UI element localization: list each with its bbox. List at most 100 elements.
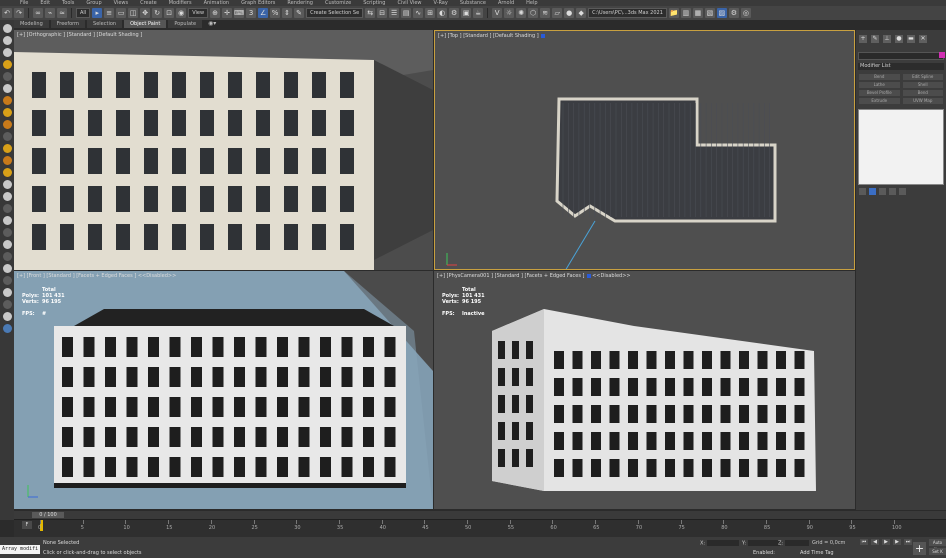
play-icon[interactable]: ▶ <box>882 539 890 545</box>
layer-explorer-icon[interactable]: ☰ <box>389 8 400 18</box>
viewport-label[interactable]: [+] [PhysCamera001 ] [Standard ] [Facets… <box>437 273 631 279</box>
link-icon[interactable]: ∞ <box>33 8 43 18</box>
systems-icon[interactable] <box>2 132 12 141</box>
ribbon-tab[interactable]: Populate <box>168 20 203 28</box>
help-icon[interactable]: ◎ <box>740 8 751 18</box>
motion-tab-icon[interactable]: ● <box>895 35 903 43</box>
create-tool-icon[interactable] <box>2 36 12 45</box>
viewport-label[interactable]: [+] [Top ] [Standard ] [Default Shading … <box>438 33 545 39</box>
select-by-name-icon[interactable]: ≡ <box>104 8 115 18</box>
align-icon[interactable]: ⊟ <box>377 8 388 18</box>
spacewarp-icon[interactable] <box>2 120 12 129</box>
modifier-button[interactable]: UVW Map <box>902 98 943 104</box>
rotate-icon[interactable]: ↻ <box>152 8 163 18</box>
utilities-tab-icon[interactable]: ✕ <box>919 35 927 43</box>
object-color-swatch[interactable] <box>939 52 945 58</box>
vray-light-icon[interactable]: ☼ <box>504 8 515 18</box>
select-manipulate-icon[interactable]: ✛ <box>222 8 233 18</box>
undo-icon[interactable]: ↶ <box>2 8 12 18</box>
vray-plane-icon[interactable]: ▱ <box>552 8 563 18</box>
track-bar[interactable]: F 0 5 10 15 20 25 30 35 40 45 50 55 60 65 70 75 80 85 90 95… <box>14 519 946 537</box>
ribbon-tab[interactable]: Object Paint <box>124 20 167 28</box>
time-slider[interactable]: 0 / 100 <box>14 511 946 519</box>
redo-icon[interactable]: ↷ <box>14 8 24 18</box>
render-setup-icon[interactable]: ⚙ <box>449 8 460 18</box>
ribbon-tab[interactable]: Freeform <box>50 20 86 28</box>
project-folder-icon[interactable]: 📁 <box>668 8 679 18</box>
spinner-snap-icon[interactable]: ⇕ <box>282 8 293 18</box>
y-field[interactable] <box>748 540 781 546</box>
hair-icon[interactable] <box>2 180 12 189</box>
key-filter-icon[interactable]: F <box>22 521 32 529</box>
workspace-path[interactable]: C:\Users\PC\...3ds Max 2021 <box>588 8 667 18</box>
viewport-label[interactable]: [+] [Front ] [Standard ] [Facets + Edged… <box>17 273 176 279</box>
vray-sphere-icon[interactable]: ● <box>564 8 575 18</box>
text-icon[interactable] <box>2 276 12 285</box>
torus-icon[interactable] <box>2 228 12 237</box>
hierarchy-tool-icon[interactable] <box>2 48 12 57</box>
rendered-frame-window-icon[interactable]: ▣ <box>461 8 472 18</box>
display-tab-icon[interactable]: ▬ <box>907 35 915 43</box>
show-end-result-icon[interactable] <box>869 188 876 195</box>
window-crossing-icon[interactable]: ◫ <box>128 8 139 18</box>
modifier-button[interactable]: Bevel Profile <box>859 90 900 96</box>
select-tool-icon[interactable] <box>2 24 12 33</box>
rectangular-selection-icon[interactable]: ▭ <box>116 8 127 18</box>
angle-snap-icon[interactable]: ∠ <box>258 8 269 18</box>
snap-toggle-icon[interactable]: 3 <box>246 8 257 18</box>
viewport-orthographic[interactable]: [+] [Orthographic ] [Standard ] [Default… <box>14 30 433 270</box>
move-icon[interactable]: ✥ <box>140 8 151 18</box>
keyboard-shortcut-icon[interactable]: ⌨ <box>234 8 244 18</box>
scale-icon[interactable]: ⊡ <box>164 8 175 18</box>
viewport-top[interactable]: [+] [Top ] [Standard ] [Default Shading … <box>434 30 855 270</box>
vray-proxy-icon[interactable]: ⬡ <box>528 8 539 18</box>
auto-key-button[interactable]: Auto Key <box>929 539 946 552</box>
make-unique-icon[interactable] <box>879 188 886 195</box>
ribbon-tab[interactable]: Modeling <box>14 20 49 28</box>
ribbon-toggle-icon[interactable]: ◉▾ <box>208 20 216 28</box>
ribbon-tab[interactable]: Selection <box>87 20 123 28</box>
next-frame-icon[interactable]: ▶ <box>893 539 901 545</box>
place-icon[interactable]: ◉ <box>176 8 187 18</box>
set-key-button[interactable]: Set K <box>929 548 946 555</box>
modifier-button[interactable]: Edit Spline <box>902 74 943 80</box>
toggle-ribbon-icon[interactable]: ▤ <box>401 8 412 18</box>
remove-modifier-icon[interactable] <box>889 188 896 195</box>
modifier-list-dropdown[interactable]: Modifier List <box>858 63 944 70</box>
modifier-button[interactable]: Bend <box>859 74 900 80</box>
hierarchy-tab-icon[interactable]: ⊥ <box>883 35 891 43</box>
z-field[interactable] <box>785 540 810 546</box>
time-slider-thumb[interactable]: 0 / 100 <box>32 512 64 518</box>
cloth-icon[interactable] <box>2 168 12 177</box>
render-production-icon[interactable]: ☕ <box>473 8 484 18</box>
array-icon[interactable] <box>2 300 12 309</box>
sphere-icon[interactable] <box>2 192 12 201</box>
line-icon[interactable] <box>2 288 12 297</box>
helper-icon[interactable] <box>2 108 12 117</box>
pivot-icon[interactable]: ⊕ <box>210 8 221 18</box>
shape-icon[interactable] <box>2 84 12 93</box>
camera-icon[interactable] <box>2 72 12 81</box>
vray-sun-icon[interactable]: ✺ <box>516 8 527 18</box>
cone-icon[interactable] <box>2 252 12 261</box>
box-icon[interactable] <box>2 204 12 213</box>
maxscript-listener[interactable]: Array modifi <box>0 545 40 554</box>
open-icon[interactable]: ▥ <box>680 8 691 18</box>
viewport-label[interactable]: [+] [Orthographic ] [Standard ] [Default… <box>17 32 142 38</box>
vray-icon[interactable]: V <box>492 8 503 18</box>
configure-sets-icon[interactable] <box>899 188 906 195</box>
enabled-toggle[interactable]: Enabled: <box>753 550 775 556</box>
scene-explorer-icon[interactable]: ▧ <box>704 8 715 18</box>
unlink-icon[interactable]: ⌁ <box>45 8 55 18</box>
create-tab-icon[interactable]: + <box>859 35 867 43</box>
settings-icon[interactable]: ⚙ <box>728 8 739 18</box>
edit-named-selection-icon[interactable]: ✎ <box>294 8 305 18</box>
x-field[interactable] <box>707 540 740 546</box>
modify-tab-icon[interactable]: ✎ <box>871 35 879 43</box>
particle-icon[interactable] <box>2 144 12 153</box>
modifier-button[interactable]: Shell <box>902 82 943 88</box>
vray-fur-icon[interactable]: ≋ <box>540 8 551 18</box>
select-object-icon[interactable]: ▸ <box>92 8 103 18</box>
cylinder-icon[interactable] <box>2 216 12 225</box>
light-icon[interactable] <box>2 60 12 69</box>
